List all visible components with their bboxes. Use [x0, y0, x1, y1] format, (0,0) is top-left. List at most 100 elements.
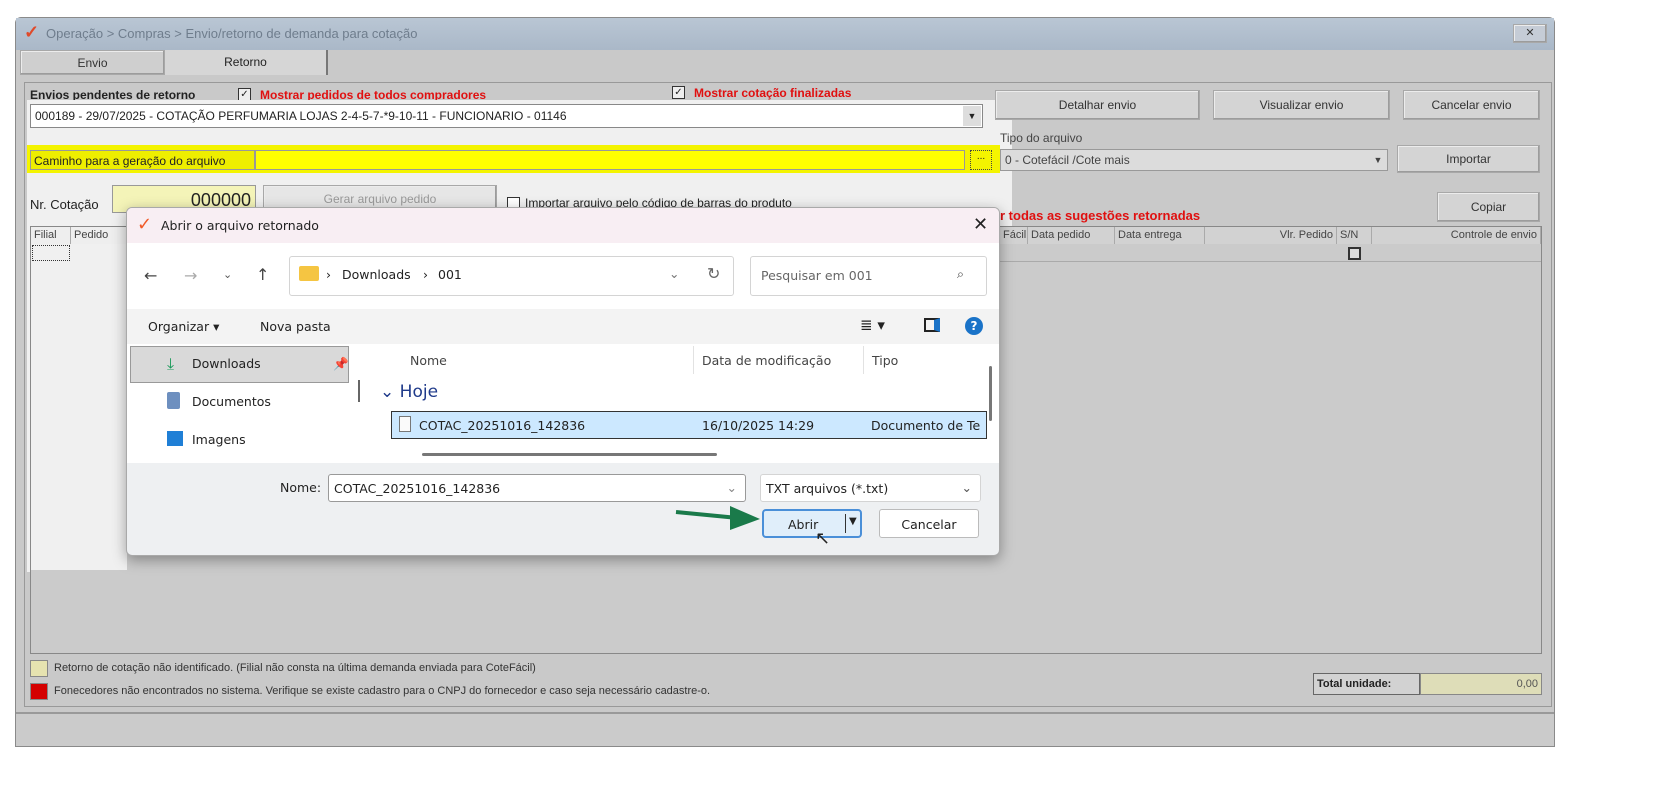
nr-cotacao-label: Nr. Cotação: [30, 197, 99, 212]
close-icon[interactable]: ✕: [973, 214, 988, 235]
legend-yellow-swatch: [30, 660, 48, 677]
tipo-arquivo-select[interactable]: 0 - Cotefácil /Cote mais ▼: [1000, 149, 1388, 171]
close-icon[interactable]: ✕: [1513, 24, 1547, 43]
grid-header-facil[interactable]: Fácil: [1000, 227, 1028, 244]
chevron-down-icon[interactable]: ▼: [1370, 151, 1386, 169]
pin-icon[interactable]: 📌: [333, 356, 349, 372]
back-arrow-icon[interactable]: ←: [144, 266, 157, 285]
visualizar-envio-button[interactable]: Visualizar envio: [1213, 90, 1390, 120]
horizontal-scrollbar[interactable]: [422, 453, 717, 456]
search-icon: ⌕: [957, 266, 965, 281]
recent-chevron-icon[interactable]: ⌄: [223, 268, 232, 281]
grid-cell-focus[interactable]: [32, 245, 70, 261]
detalhar-envio-button[interactable]: Detalhar envio: [995, 90, 1200, 120]
documents-icon: [167, 392, 180, 409]
breadcrumb-downloads[interactable]: Downloads: [342, 267, 411, 282]
column-data[interactable]: Data de modificação: [702, 353, 831, 368]
file-type-value: TXT arquivos (*.txt): [766, 481, 889, 496]
grid-header-controle-envio[interactable]: Controle de envio: [1372, 227, 1541, 244]
legend-yellow-text: Retorno de cotação não identificado. (Fi…: [54, 662, 536, 674]
nav-scrollbar[interactable]: [358, 380, 360, 402]
images-icon: [167, 431, 183, 446]
chevron-down-icon[interactable]: ⌄: [669, 266, 679, 281]
nav-item-imagens[interactable]: Imagens: [192, 432, 246, 447]
view-list-icon[interactable]: ≣ ▾: [860, 316, 885, 334]
window-titlebar: ✓ Operação > Compras > Envio/retorno de …: [16, 18, 1554, 50]
file-name: COTAC_20251016_142836: [419, 418, 586, 433]
search-input[interactable]: Pesquisar em 001: [750, 256, 987, 296]
text-file-icon: [399, 416, 411, 432]
total-label: Total unidade:: [1313, 673, 1420, 695]
grid-header-sn[interactable]: S/N: [1337, 227, 1372, 244]
file-date: 16/10/2025 14:29: [702, 418, 815, 433]
split-divider: [845, 514, 846, 533]
show-finished-checkbox[interactable]: ✓: [672, 86, 685, 99]
breadcrumb-sep: ›: [423, 267, 428, 282]
tipo-arquivo-label: Tipo do arquivo: [1000, 131, 1083, 145]
file-name-input[interactable]: COTAC_20251016_142836 ⌄: [328, 474, 746, 502]
file-name-value: COTAC_20251016_142836: [334, 481, 501, 496]
app-logo-icon: ✓: [137, 214, 153, 235]
chevron-down-icon[interactable]: ▼: [963, 106, 981, 126]
legend-red-text: Fonecedores não encontrados no sistema. …: [54, 685, 711, 697]
vertical-scrollbar[interactable]: [989, 366, 992, 421]
forward-arrow-icon[interactable]: →: [184, 266, 197, 285]
grid-header-pedido[interactable]: Pedido: [71, 227, 127, 244]
chevron-down-icon[interactable]: ⌄: [727, 480, 737, 495]
grid-header-vlr-pedido[interactable]: Vlr. Pedido: [1205, 227, 1337, 244]
tipo-arquivo-value: 0 - Cotefácil /Cote mais: [1005, 153, 1130, 167]
cancel-button[interactable]: Cancelar: [879, 509, 979, 538]
column-separator: [863, 346, 864, 374]
app-logo-icon: ✓: [24, 22, 40, 42]
grid-header-data-entrega[interactable]: Data entrega: [1115, 227, 1205, 244]
browse-button[interactable]: ...: [970, 150, 992, 170]
window-title: Operação > Compras > Envio/retorno de de…: [46, 26, 418, 41]
organizar-label: Organizar: [148, 319, 210, 334]
column-separator: [693, 346, 694, 374]
open-button-label: Abrir: [788, 517, 819, 532]
sn-checkbox[interactable]: [1348, 247, 1361, 260]
total-value: 0,00: [1420, 673, 1542, 695]
nav-label-downloads: Downloads: [192, 356, 261, 371]
chevron-down-icon[interactable]: ⌄: [962, 480, 972, 495]
breadcrumb-001[interactable]: 001: [438, 267, 462, 282]
nav-item-documentos[interactable]: Documentos: [192, 394, 271, 409]
grid-header-filial[interactable]: Filial: [31, 227, 71, 244]
grid-left-area: [31, 227, 127, 570]
envio-select-value: 000189 - 29/07/2025 - COTAÇÃO PERFUMARIA…: [35, 109, 567, 123]
breadcrumb-sep: ›: [326, 267, 331, 282]
show-finished-label: Mostrar cotação finalizadas: [694, 86, 852, 100]
preview-pane-icon[interactable]: [924, 318, 940, 332]
mouse-cursor-icon: ↖: [815, 528, 831, 549]
grid-row[interactable]: [1000, 244, 1541, 262]
group-label: Hoje: [399, 382, 439, 402]
cancelar-envio-button[interactable]: Cancelar envio: [1403, 90, 1540, 120]
file-type: Documento de Te: [871, 418, 981, 433]
tab-retorno[interactable]: Retorno: [165, 50, 328, 75]
column-nome[interactable]: Nome: [410, 353, 447, 368]
tab-envio[interactable]: Envio: [20, 50, 165, 75]
envio-select[interactable]: 000189 - 29/07/2025 - COTAÇÃO PERFUMARIA…: [30, 104, 983, 128]
organizar-menu[interactable]: Organizar ▾: [148, 319, 219, 334]
group-hoje[interactable]: ⌄ Hoje: [380, 382, 438, 402]
folder-icon: [299, 266, 319, 281]
help-icon[interactable]: ?: [965, 317, 983, 335]
grid-header-data-pedido[interactable]: Data pedido: [1028, 227, 1115, 244]
importar-button[interactable]: Importar: [1397, 145, 1540, 173]
name-label: Nome:: [280, 480, 322, 495]
refresh-icon[interactable]: ↻: [707, 264, 720, 283]
column-tipo[interactable]: Tipo: [872, 353, 898, 368]
copiar-button[interactable]: Copiar: [1437, 192, 1540, 222]
path-label: Caminho para a geração do arquivo: [30, 150, 255, 170]
sugestoes-label: r todas as sugestões retornadas: [1000, 208, 1201, 223]
file-type-select[interactable]: TXT arquivos (*.txt) ⌄: [760, 474, 981, 502]
dialog-title: Abrir o arquivo retornado: [161, 218, 319, 233]
legend-red-swatch: [30, 683, 48, 700]
chevron-down-icon[interactable]: ▼: [849, 516, 857, 527]
path-input[interactable]: [255, 150, 965, 170]
status-bar: [16, 712, 1554, 746]
nova-pasta-button[interactable]: Nova pasta: [260, 319, 331, 334]
up-arrow-icon[interactable]: ↑: [256, 265, 269, 284]
open-file-dialog: ✓ Abrir o arquivo retornado ✕ ← → ⌄ ↑ › …: [126, 207, 1000, 556]
open-button[interactable]: Abrir ▼: [762, 509, 862, 538]
